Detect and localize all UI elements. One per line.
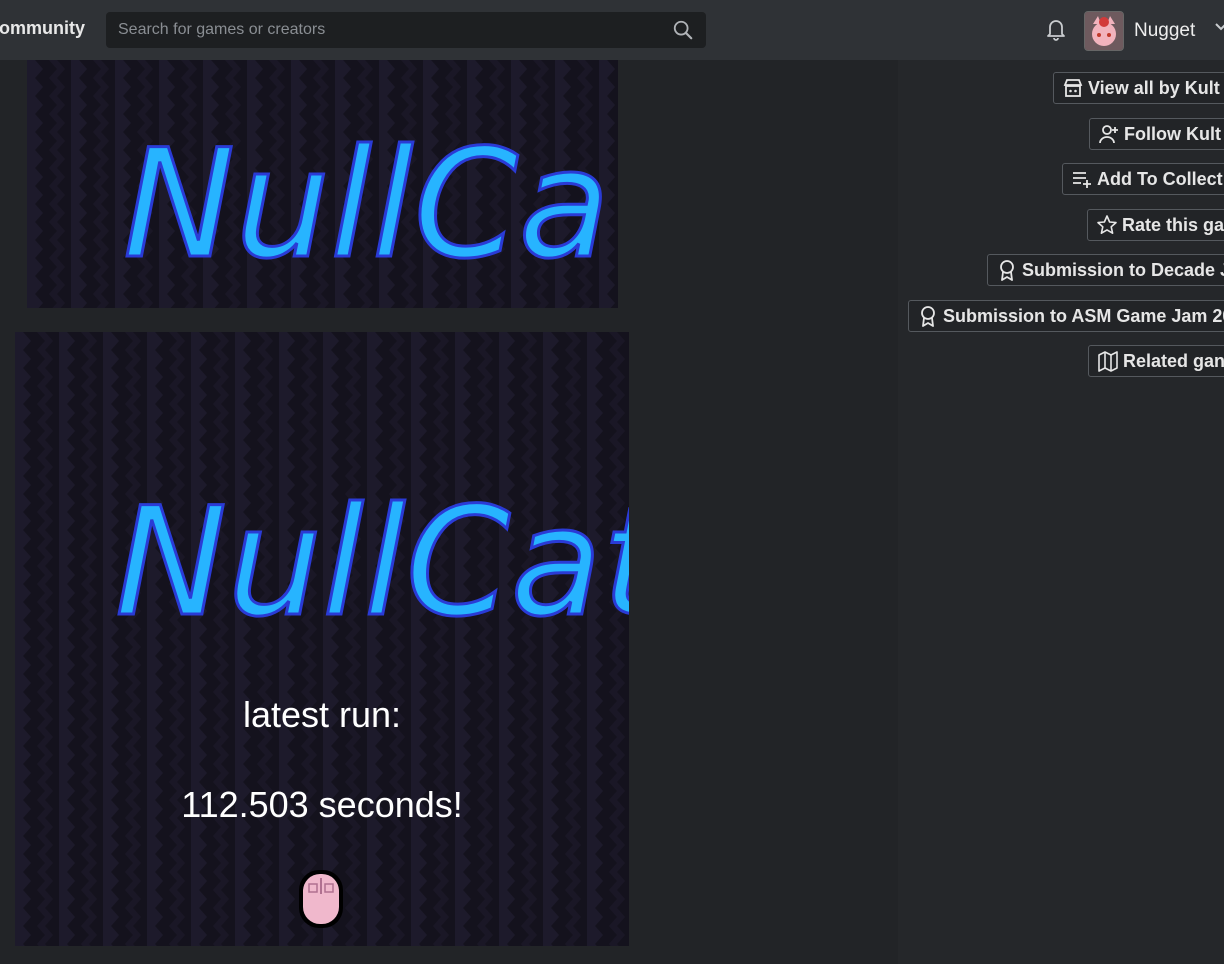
rate-game-button[interactable]: Rate this ga [1087, 209, 1224, 241]
run-time-text: 112.503 seconds! [181, 784, 463, 825]
action-label: Submission to ASM Game Jam 20 [943, 306, 1224, 326]
avatar-image [1085, 12, 1123, 50]
follow-creator-button[interactable]: Follow Kult [1089, 118, 1224, 150]
action-label: Rate this ga [1122, 215, 1224, 235]
award-icon [996, 259, 1018, 281]
game-logo: NullCat [123, 118, 618, 292]
action-label: Submission to Decade J [1022, 260, 1224, 280]
sidebar [898, 60, 1224, 964]
action-label: View all by Kult [1088, 78, 1220, 98]
award-icon [917, 305, 939, 327]
game-logo: NullCat [115, 476, 629, 650]
latest-run-label: latest run: [242, 694, 402, 735]
related-games-button[interactable]: Related gan [1088, 345, 1224, 377]
follow-user-icon [1098, 123, 1120, 145]
top-bar: Community Nugget [0, 0, 1224, 61]
view-all-by-creator-button[interactable]: View all by Kult [1053, 72, 1224, 104]
star-icon [1096, 214, 1118, 236]
add-to-list-icon [1071, 168, 1093, 190]
nav-community-link[interactable]: Community [0, 18, 85, 39]
search-box[interactable] [106, 12, 706, 48]
game-screenshot-1[interactable]: NullCat [27, 60, 618, 308]
map-icon [1097, 350, 1119, 372]
search-input[interactable] [106, 12, 666, 48]
bell-icon[interactable] [1044, 16, 1068, 42]
add-to-collection-button[interactable]: Add To Collect [1062, 163, 1224, 195]
mouse-icon [299, 870, 343, 928]
username-label[interactable]: Nugget [1134, 20, 1195, 42]
action-label: Related gan [1123, 351, 1224, 371]
submission-decade-jam-button[interactable]: Submission to Decade J [987, 254, 1224, 286]
action-label: Add To Collect [1097, 169, 1223, 189]
chevron-down-icon[interactable] [1214, 20, 1224, 34]
screenshot-background: NullCat [15, 332, 629, 946]
screenshot-background: NullCat [27, 60, 618, 308]
store-icon [1062, 77, 1084, 99]
action-label: Follow Kult [1124, 124, 1221, 144]
avatar[interactable] [1084, 11, 1124, 51]
submission-asm-game-jam-button[interactable]: Submission to ASM Game Jam 20 [908, 300, 1224, 332]
search-icon[interactable] [672, 19, 694, 41]
game-screenshot-2[interactable]: NullCat latest run: 112.503 seconds! [15, 332, 629, 946]
